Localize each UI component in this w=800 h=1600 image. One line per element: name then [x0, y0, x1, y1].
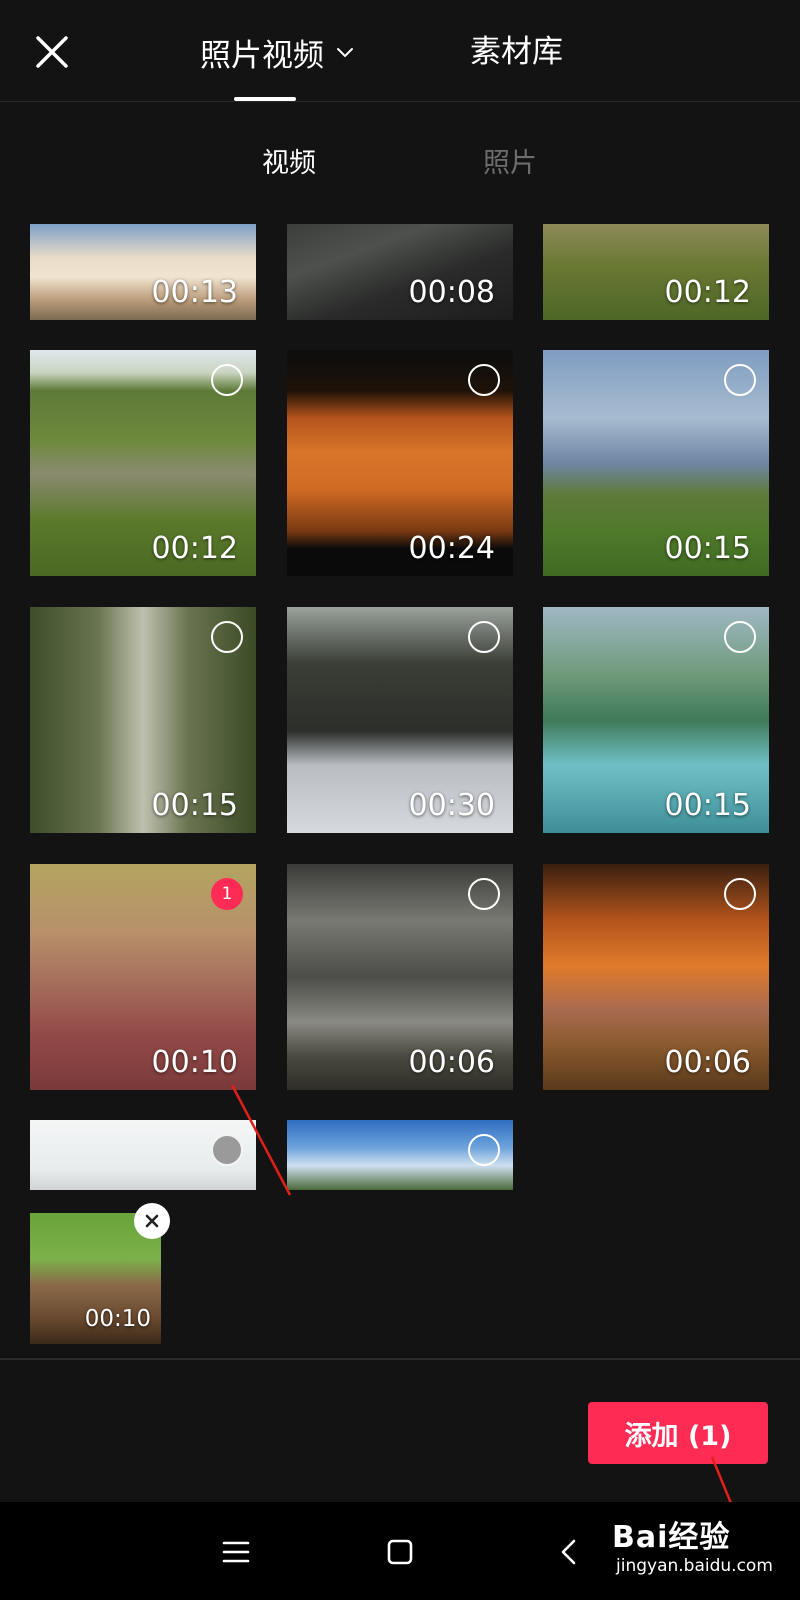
- back-chevron-icon: [561, 1539, 576, 1565]
- watermark-brand: Bai经验: [612, 1520, 731, 1555]
- watermark-url: jingyan.baidu.com: [616, 1556, 773, 1576]
- home-button[interactable]: [382, 1534, 418, 1570]
- back-button[interactable]: [552, 1534, 588, 1570]
- watermark: Bai经验 jingyan.baidu.com: [612, 1512, 773, 1592]
- recent-apps-button[interactable]: [218, 1534, 254, 1570]
- annotation-arrows: [230, 1084, 744, 1531]
- square-icon: [387, 1539, 413, 1565]
- menu-icon: [222, 1541, 250, 1563]
